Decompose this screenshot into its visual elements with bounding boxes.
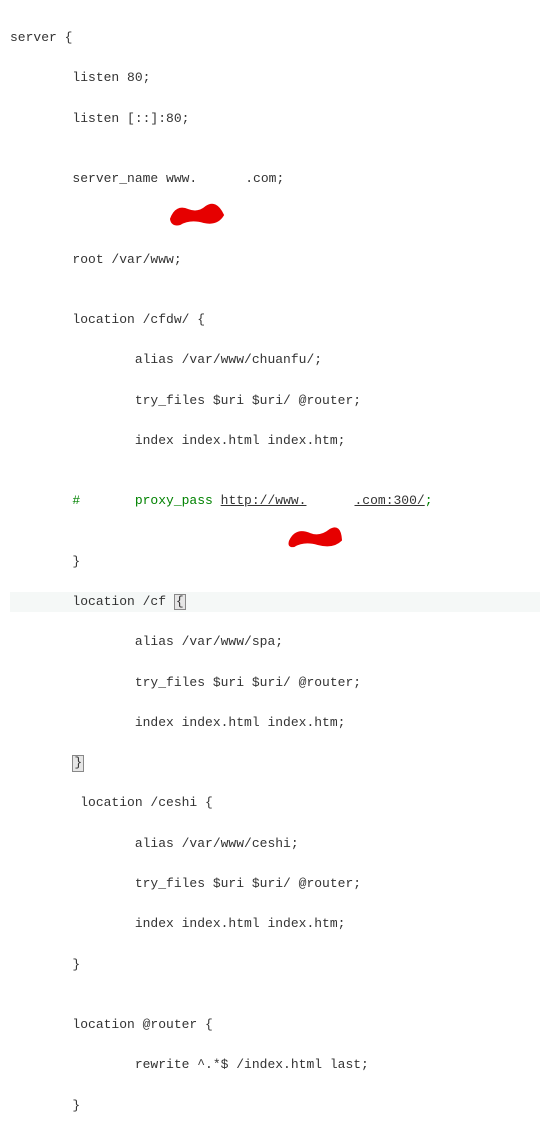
code-line: alias /var/www/ceshi; xyxy=(10,834,540,854)
code-line: alias /var/www/chuanfu/; xyxy=(10,350,540,370)
code-line: index index.html index.htm; xyxy=(10,431,540,451)
code-line: alias /var/www/spa; xyxy=(10,632,540,652)
code-line-server-name: server_name www..com; xyxy=(10,169,540,209)
code-line: } xyxy=(10,1096,540,1116)
code-line: location @router { xyxy=(10,1015,540,1035)
code-line-comment-proxy-pass: # proxy_pass http://www..com:300/; xyxy=(10,491,540,531)
code-line: } xyxy=(10,753,540,773)
code-line: root /var/www; xyxy=(10,250,540,270)
code-line: try_files $uri $uri/ @router; xyxy=(10,874,540,894)
code-line: listen [::]:80; xyxy=(10,109,540,129)
code-line: location /cfdw/ { xyxy=(10,310,540,330)
code-line: try_files $uri $uri/ @router; xyxy=(10,673,540,693)
code-line: listen 80; xyxy=(10,68,540,88)
code-line: try_files $uri $uri/ @router; xyxy=(10,391,540,411)
matched-brace-close: } xyxy=(72,755,84,771)
matched-brace-open: { xyxy=(174,594,186,610)
code-line: } xyxy=(10,955,540,975)
code-line-highlighted: location /cf { xyxy=(10,592,540,612)
code-line: rewrite ^.*$ /index.html last; xyxy=(10,1055,540,1075)
code-line: index index.html index.htm; xyxy=(10,914,540,934)
code-line: index index.html index.htm; xyxy=(10,713,540,733)
nginx-config-snippet: server { listen 80; listen [::]:80; serv… xyxy=(0,0,550,1124)
code-line: server { xyxy=(10,28,540,48)
code-line: location /ceshi { xyxy=(10,793,540,813)
